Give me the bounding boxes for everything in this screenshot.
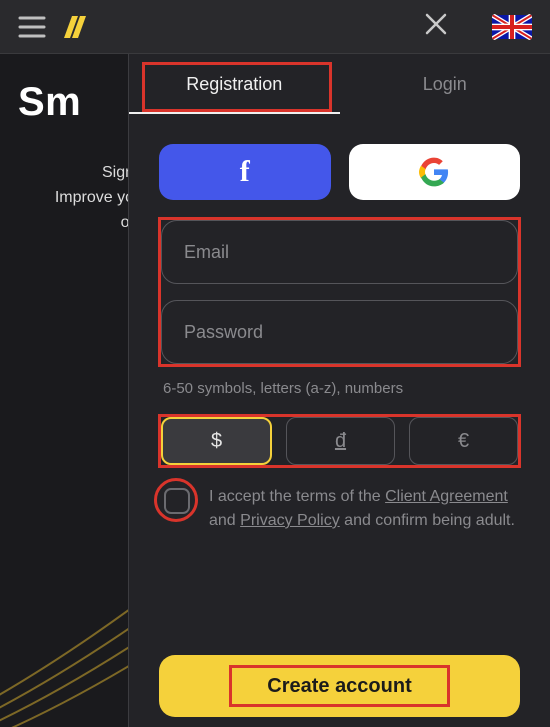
auth-panel: Registration Login f 6-50 symbols, [128,54,550,727]
facebook-login-button[interactable]: f [159,144,331,200]
password-hint: 6-50 symbols, letters (a-z), numbers [159,380,520,397]
tab-registration-label: Registration [186,74,282,95]
top-bar [0,0,550,54]
facebook-icon: f [240,155,250,189]
tab-login-label: Login [423,74,467,95]
create-account-label: Create account [267,675,412,697]
create-account-button[interactable]: Create account [159,655,520,717]
tab-login[interactable]: Login [340,54,550,114]
terms-text: I accept the terms of the Client Agreeme… [209,485,520,533]
tutorial-highlight-inputs [159,218,520,366]
password-field[interactable] [161,300,518,364]
terms-row: I accept the terms of the Client Agreeme… [159,485,520,533]
google-icon [419,157,449,187]
client-agreement-link[interactable]: Client Agreement [385,488,508,505]
social-login-row: f [159,144,520,200]
auth-tabs: Registration Login [129,54,550,114]
brand-logo [60,14,86,40]
currency-dong-button[interactable]: đ [286,417,395,465]
tutorial-highlight-currency: $ đ € [159,415,520,467]
email-field[interactable] [161,220,518,284]
language-flag-uk[interactable] [492,14,532,40]
currency-usd-button[interactable]: $ [161,417,272,465]
privacy-policy-link[interactable]: Privacy Policy [240,512,340,529]
currency-eur-button[interactable]: € [409,417,518,465]
menu-icon[interactable] [18,16,46,38]
google-login-button[interactable] [349,144,521,200]
tab-registration[interactable]: Registration [129,54,340,114]
close-icon[interactable] [424,12,448,41]
terms-checkbox[interactable] [164,488,190,514]
